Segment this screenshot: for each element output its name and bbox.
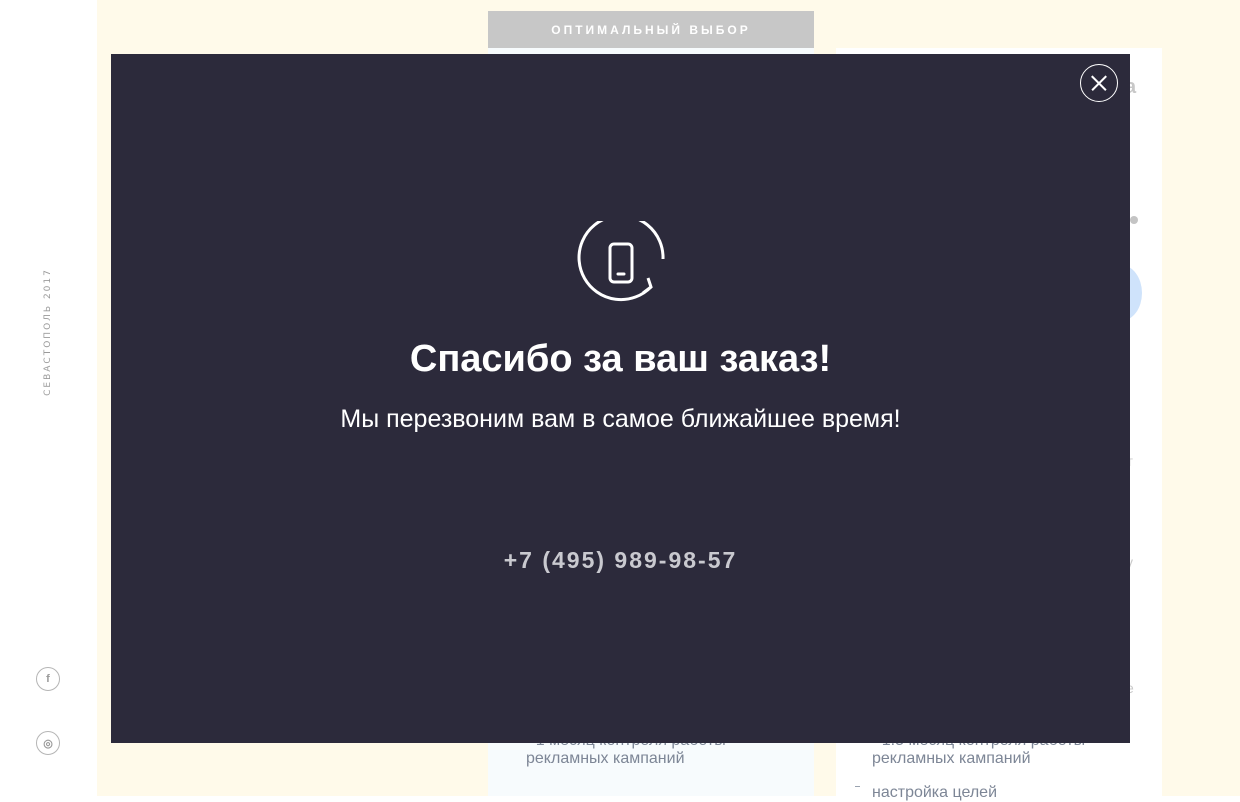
slider-dot [1130, 216, 1138, 224]
facebook-icon[interactable]: f [36, 667, 60, 691]
phone-callback-icon [577, 221, 665, 302]
list-bullet [855, 786, 860, 787]
thank-you-title: Спасибо за ваш заказ! [409, 338, 832, 380]
close-icon[interactable] [1080, 64, 1118, 102]
list-item: рекламных кампаний [872, 750, 1031, 767]
list-item: рекламных кампаний [526, 750, 685, 767]
thank-you-modal [111, 54, 1130, 743]
city-year-label: СЕВАСТОПОЛЬ 2017 [43, 268, 53, 396]
phone-number-link[interactable]: +7 (495) 989-98-57 [111, 547, 1130, 574]
optimal-choice-badge: ОПТИМАЛЬНЫЙ ВЫБОР [488, 11, 814, 48]
list-item: настройка целей [872, 784, 998, 801]
left-rail: СЕВАСТОПОЛЬ 2017 f ◎ [0, 0, 97, 796]
instagram-icon[interactable]: ◎ [36, 731, 60, 755]
thank-you-subtitle: Мы перезвоним вам в самое ближайшее врем… [340, 405, 901, 433]
